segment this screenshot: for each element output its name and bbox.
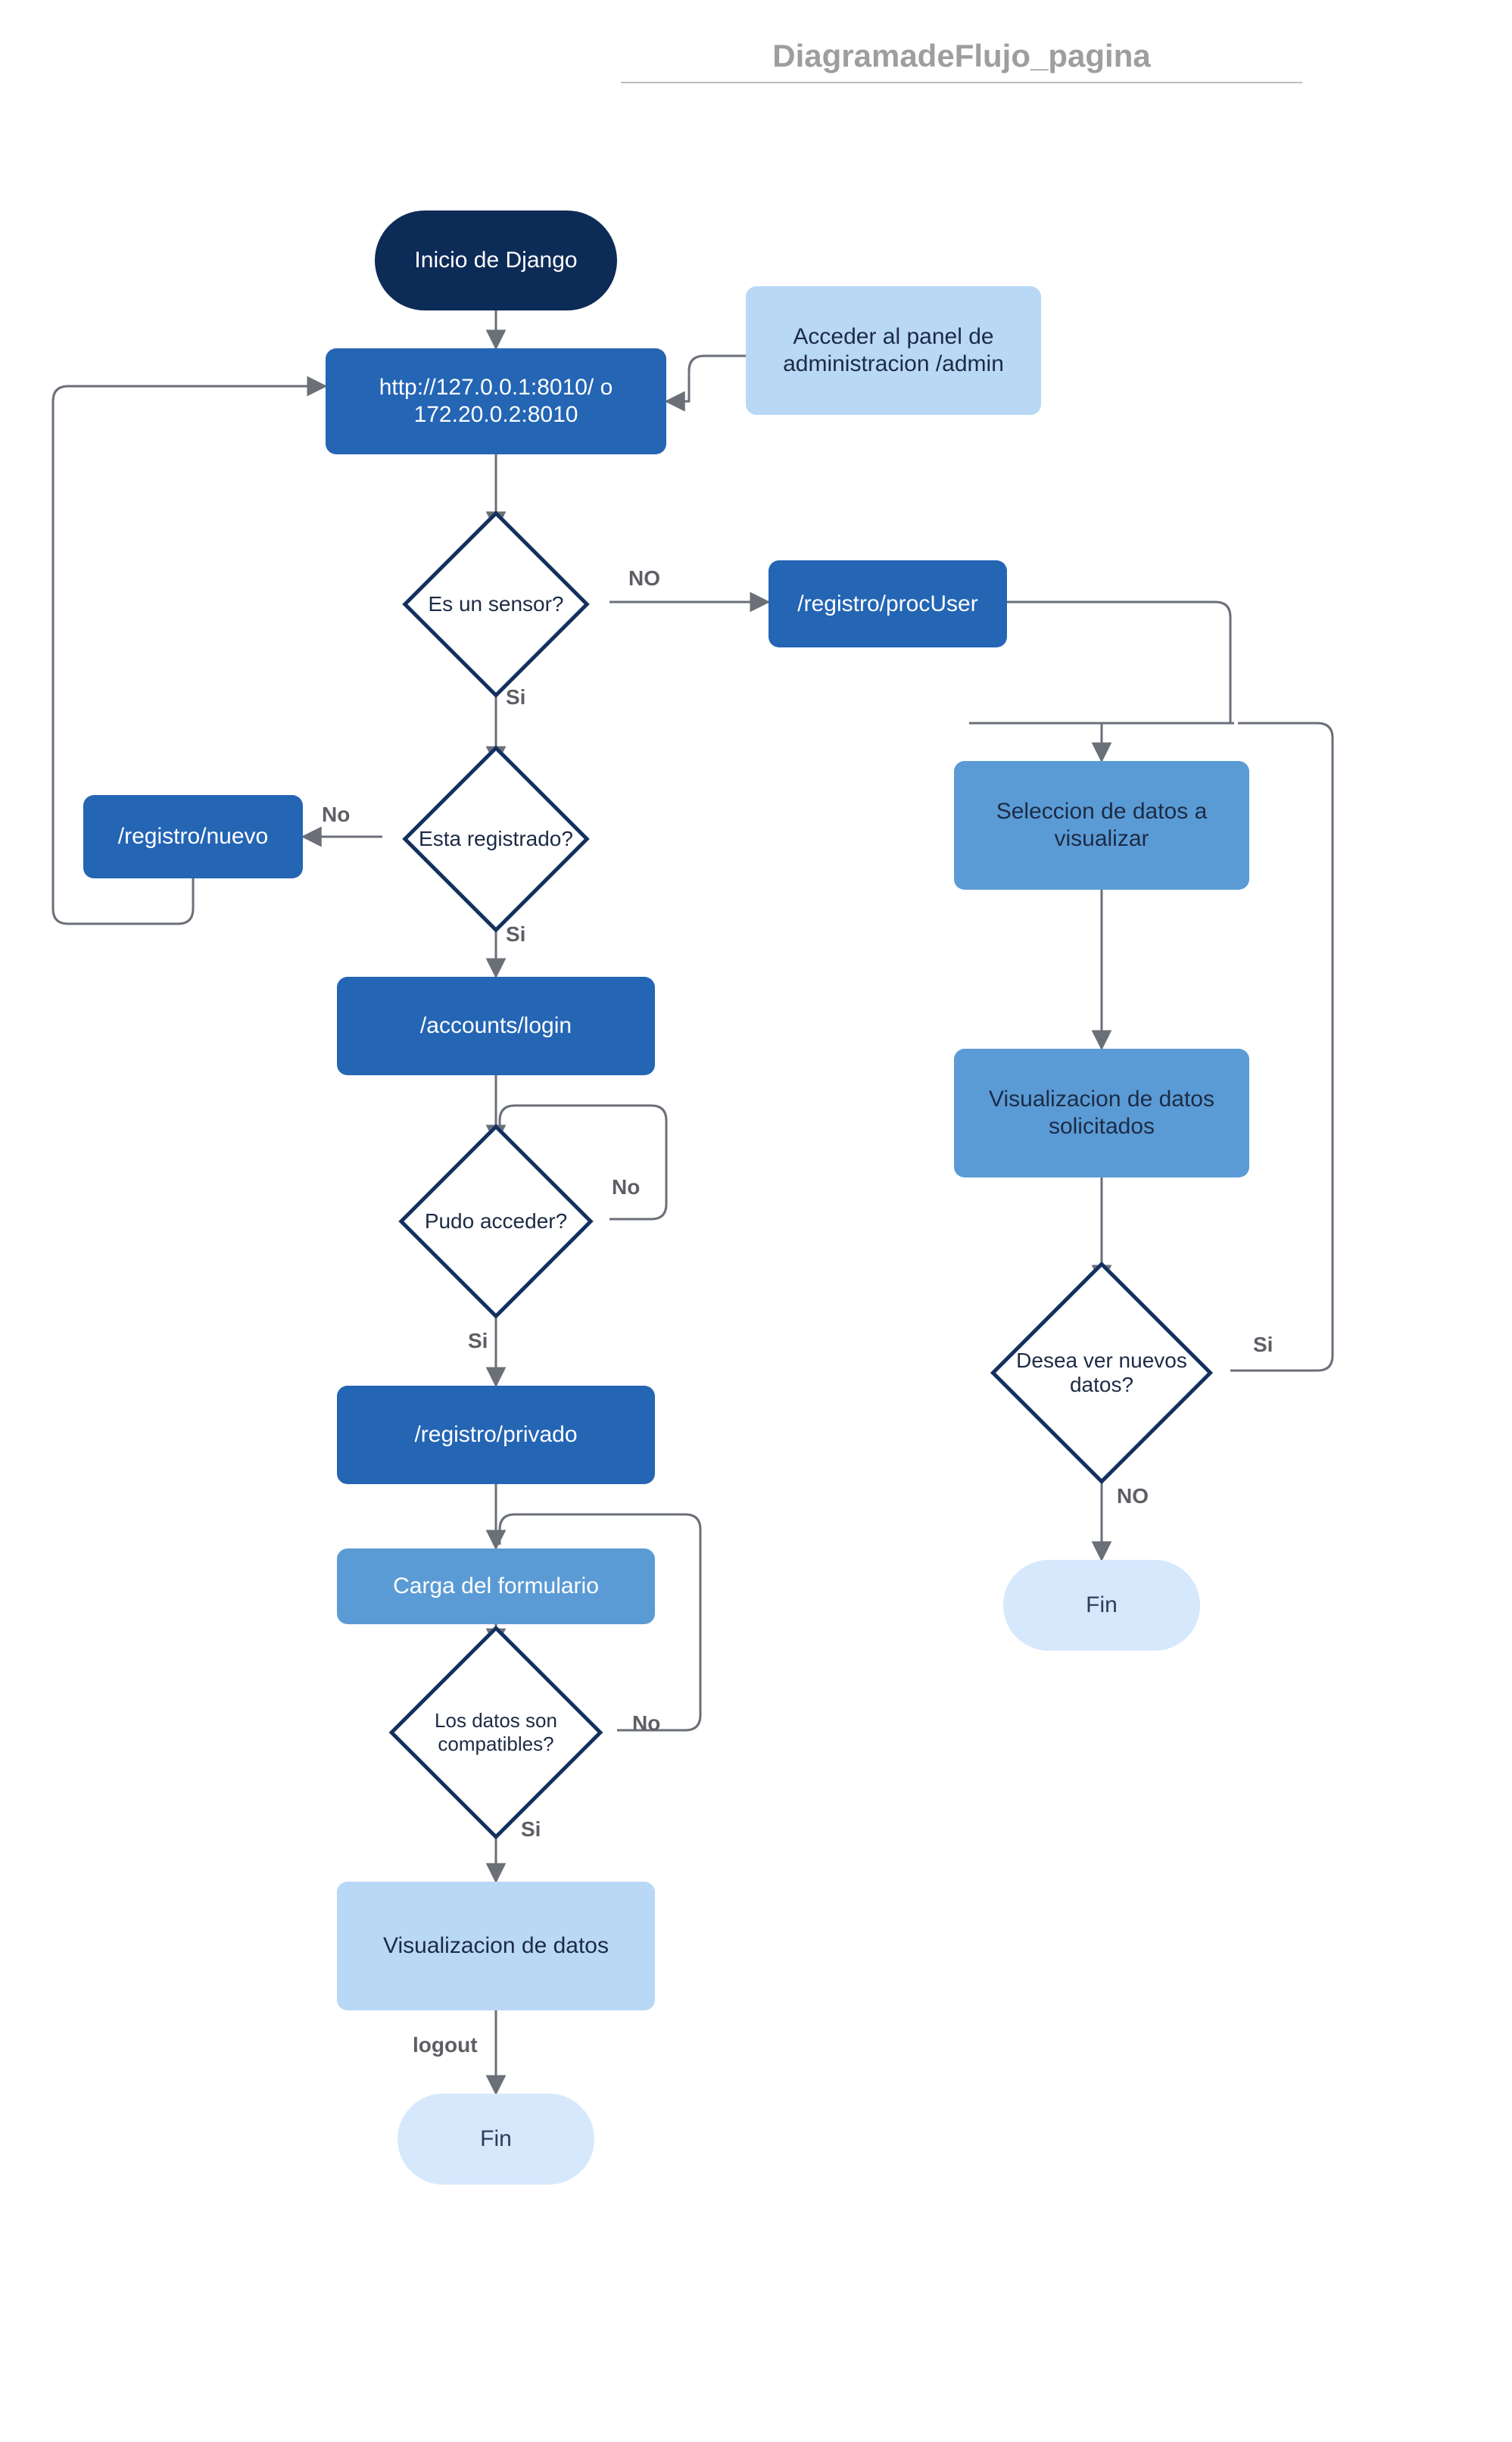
terminator-end-left: Fin [397,2094,594,2185]
node-label: Visualizacion de datos solicitados [954,1081,1249,1145]
edge-label-si: Si [1253,1333,1273,1357]
node-label: Carga del formulario [385,1568,606,1605]
node-label: Esta registrado? [382,765,609,912]
title-underline [621,82,1302,83]
flowchart-canvas: DiagramadeFlujo_pagina [0,0,1512,2442]
process-registro-privado: /registro/privado [337,1386,655,1484]
title-block: DiagramadeFlujo_pagina [621,38,1302,83]
process-procuser: /registro/procUser [768,560,1007,647]
node-label: Visualizacion de datos [376,1928,616,1964]
process-visualize-requested: Visualizacion de datos solicitados [954,1049,1249,1177]
node-label: /registro/privado [407,1417,585,1453]
edge-label-no: No [322,803,350,827]
node-label: /accounts/login [413,1008,579,1044]
process-url: http://127.0.0.1:8010/ o 172.20.0.2:8010 [326,348,666,454]
node-label: http://127.0.0.1:8010/ o 172.20.0.2:8010 [326,370,666,433]
edge-label-no: NO [628,566,660,591]
page-title: DiagramadeFlujo_pagina [621,38,1302,82]
edge-label-si: Si [521,1817,541,1842]
edge-label-no: No [632,1711,660,1736]
node-label: Fin [472,2121,519,2157]
node-label: Desea ver nuevos datos? [973,1283,1230,1461]
edge-label-logout: logout [413,2033,478,2057]
node-label: Los datos son compatibles? [375,1647,617,1817]
process-select-data: Seleccion de datos a visualizar [954,761,1249,890]
decision-is-sensor: Es un sensor? [382,530,609,678]
decision-data-compatible: Los datos son compatibles? [375,1647,617,1817]
node-label: /registro/nuevo [111,819,276,855]
process-form-load: Carga del formulario [337,1548,655,1624]
decision-want-more-data: Desea ver nuevos datos? [973,1283,1230,1461]
edge-label-no: No [612,1175,640,1199]
node-label: Es un sensor? [382,530,609,678]
terminator-end-right: Fin [1003,1560,1200,1651]
decision-access-ok: Pudo acceder? [382,1143,609,1299]
node-label: Inicio de Django [407,242,585,279]
edge-label-si: Si [506,922,525,947]
node-label: Pudo acceder? [382,1143,609,1299]
node-label: Seleccion de datos a visualizar [954,794,1249,857]
edge-label-no: NO [1117,1484,1149,1508]
process-login: /accounts/login [337,977,655,1075]
process-registro-nuevo: /registro/nuevo [83,795,303,878]
decision-is-registered: Esta registrado? [382,765,609,912]
terminator-start: Inicio de Django [375,211,617,310]
node-label: /registro/procUser [790,586,985,622]
node-label: Fin [1078,1587,1125,1623]
process-visualize-data: Visualizacion de datos [337,1882,655,2010]
process-admin-panel: Acceder al panel de administracion /admi… [746,286,1041,415]
node-label: Acceder al panel de administracion /admi… [746,319,1041,382]
edge-label-si: Si [506,685,525,710]
edge-label-si: Si [468,1329,488,1353]
